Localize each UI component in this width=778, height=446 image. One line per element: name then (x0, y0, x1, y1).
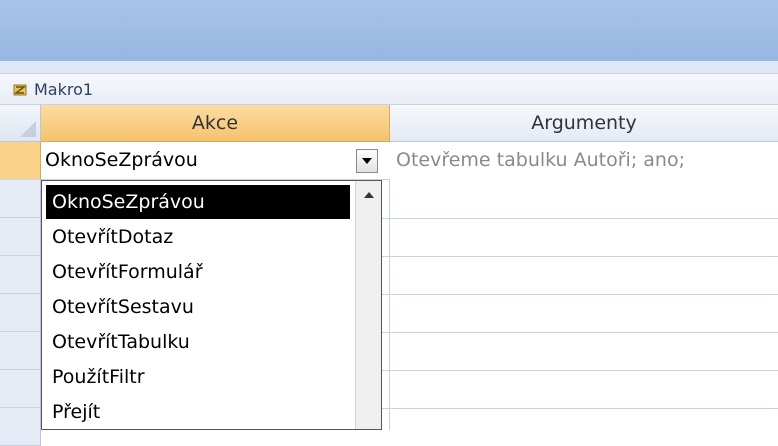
column-header-akce[interactable]: Akce (41, 105, 390, 142)
chevron-down-icon (362, 158, 372, 164)
akce-combo-box[interactable]: OknoSeZprávou (41, 142, 390, 180)
row-selector-active[interactable] (0, 142, 41, 180)
dropdown-item[interactable]: Přejít (46, 395, 350, 429)
dropdown-item[interactable]: OtevřítDotaz (46, 220, 350, 254)
row-selector[interactable] (0, 370, 41, 408)
macro-design-grid: Akce Argumenty OknoSeZprávou Otevřeme ta… (0, 105, 778, 446)
row-selector[interactable] (0, 218, 41, 256)
scroll-up-icon[interactable] (364, 192, 374, 198)
dropdown-item[interactable]: OknoSeZprávou (46, 185, 350, 219)
document-tab-makro1[interactable]: Makro1 (0, 73, 778, 105)
dropdown-arrow-button[interactable] (356, 149, 378, 173)
row-selector-column (0, 142, 41, 446)
select-all-corner[interactable] (0, 105, 41, 142)
row-selector[interactable] (0, 256, 41, 294)
dropdown-scrollbar[interactable] (355, 181, 381, 429)
row-selector[interactable] (0, 332, 41, 370)
akce-dropdown-list[interactable]: OknoSeZprávou OtevřítDotaz OtevřítFormul… (41, 180, 382, 430)
macro-icon (13, 84, 27, 96)
dropdown-item[interactable]: OtevřítSestavu (46, 290, 350, 324)
ribbon-gap (0, 61, 778, 73)
dropdown-item[interactable]: OtevřítFormulář (46, 255, 350, 289)
window-title-bar (0, 0, 778, 61)
column-header-argumenty[interactable]: Argumenty (390, 105, 778, 142)
document-tab-label: Makro1 (34, 80, 94, 99)
row-selector[interactable] (0, 180, 41, 218)
akce-value: OknoSeZprávou (45, 149, 198, 171)
row-selector[interactable] (0, 294, 41, 332)
dropdown-item[interactable]: OtevřítTabulku (46, 325, 350, 359)
dropdown-item[interactable]: PoužítFiltr (46, 360, 350, 394)
column-divider (389, 142, 390, 430)
argumenty-value: Otevřeme tabulku Autoři; ano; (396, 149, 685, 171)
argumenty-cell[interactable]: Otevřeme tabulku Autoři; ano; (390, 142, 778, 180)
row-selector[interactable] (0, 408, 41, 446)
